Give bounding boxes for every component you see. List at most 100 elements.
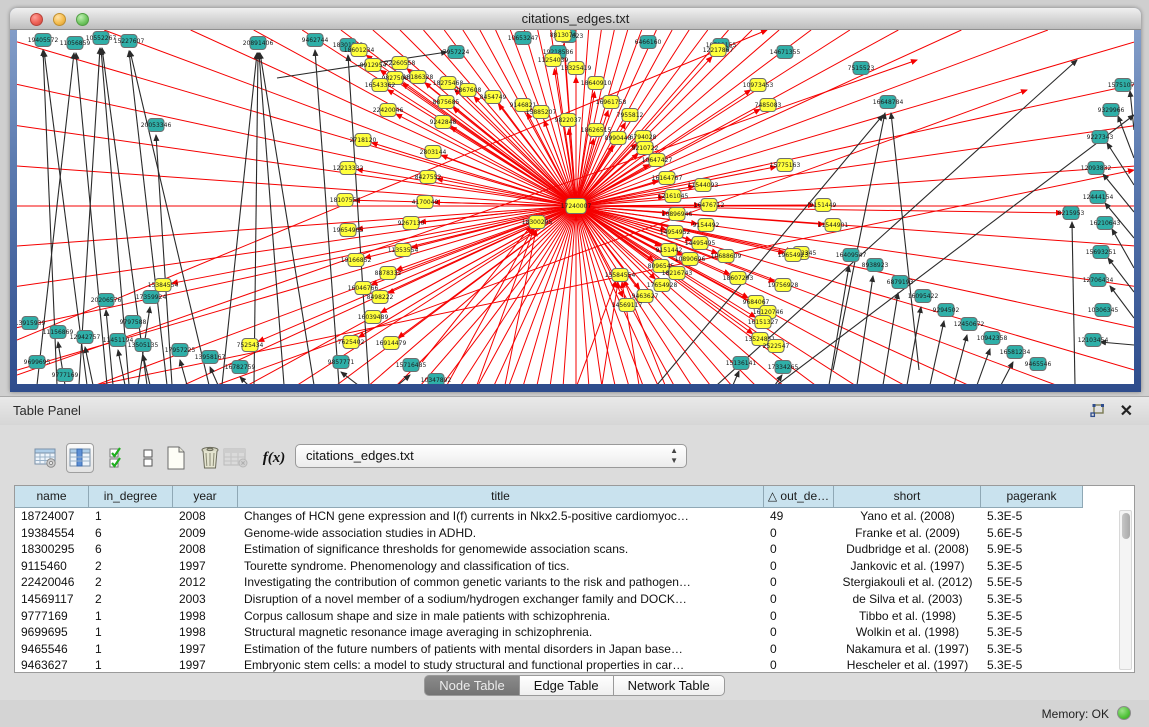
graph-node[interactable]: 17359924 bbox=[136, 291, 167, 304]
graph-node[interactable]: 19166852 bbox=[341, 254, 372, 267]
svg-text:4170049: 4170049 bbox=[412, 199, 439, 206]
graph-node[interactable]: 19405572 bbox=[28, 34, 59, 47]
column-header-out_de[interactable]: △ out_de… bbox=[764, 486, 834, 508]
show-columns-icon[interactable] bbox=[66, 443, 94, 473]
graph-node[interactable]: 10653247 bbox=[508, 32, 539, 45]
graph-node[interactable]: 9465546 bbox=[1025, 358, 1052, 371]
graph-node[interactable]: 22420046 bbox=[373, 104, 404, 117]
network-graph[interactable]: 1940557211056859105522671522760720891406… bbox=[17, 30, 1134, 384]
graph-node[interactable]: 7625402 bbox=[338, 336, 365, 349]
graph-node[interactable]: 14495495 bbox=[685, 237, 716, 250]
graph-node[interactable]: 16648784 bbox=[873, 96, 904, 109]
column-header-name[interactable]: name bbox=[15, 486, 89, 508]
graph-node[interactable]: 14954952 bbox=[660, 226, 691, 239]
graph-node[interactable]: 17334265 bbox=[768, 361, 799, 374]
close-icon[interactable]: ✕ bbox=[1120, 401, 1133, 421]
float-window-icon[interactable] bbox=[1089, 403, 1105, 419]
table-cell: 1998 bbox=[173, 624, 238, 641]
tab-network-table[interactable]: Network Table bbox=[614, 675, 725, 696]
graph-node[interactable]: 15227607 bbox=[114, 35, 145, 48]
graph-node[interactable]: 9857771 bbox=[328, 356, 355, 369]
graph-node[interactable]: 9777169 bbox=[52, 369, 79, 382]
column-header-year[interactable]: year bbox=[173, 486, 238, 508]
column-header-in_degree[interactable]: in_degree bbox=[89, 486, 173, 508]
tab-node-table[interactable]: Node Table bbox=[424, 675, 520, 696]
graph-node[interactable]: 16782759 bbox=[225, 361, 256, 374]
graph-node[interactable]: 8938923 bbox=[862, 259, 889, 272]
graph-node[interactable]: 10552267 bbox=[86, 32, 117, 45]
table-row[interactable]: 977716911998Corpus callosum shape and si… bbox=[15, 608, 1134, 625]
graph-node[interactable]: 12444154 bbox=[1083, 191, 1114, 204]
tab-edge-table[interactable]: Edge Table bbox=[520, 675, 614, 696]
memory-status-icon[interactable] bbox=[1117, 706, 1131, 720]
graph-node[interactable]: 4170049 bbox=[412, 196, 439, 209]
graph-node[interactable]: 10688609 bbox=[711, 250, 742, 263]
graph-node[interactable]: 13958167 bbox=[195, 351, 226, 364]
table-row[interactable]: 969969511998Structural magnetic resonanc… bbox=[15, 624, 1134, 641]
graph-node[interactable]: 15775163 bbox=[770, 159, 801, 172]
graph-node[interactable]: 9463627 bbox=[632, 290, 659, 303]
graph-node[interactable]: 9154492 bbox=[693, 219, 720, 232]
graph-node[interactable]: 9210722 bbox=[632, 142, 659, 155]
graph-node[interactable]: 10347892 bbox=[421, 374, 452, 385]
graph-node[interactable]: 12093832 bbox=[1081, 162, 1112, 175]
graph-node[interactable]: 11544901 bbox=[818, 219, 849, 232]
table-row[interactable]: 1872400712008Changes of HCN gene express… bbox=[15, 508, 1134, 525]
table-row[interactable]: 1830029562008Estimation of significance … bbox=[15, 541, 1134, 558]
graph-node[interactable]: 16095422 bbox=[908, 290, 939, 303]
graph-node[interactable]: 16210643 bbox=[1090, 217, 1121, 230]
table-panel-header: Table Panel ✕ bbox=[0, 397, 1149, 425]
graph-node[interactable]: 12103454 bbox=[1078, 334, 1109, 347]
graph-node[interactable]: 8875685 bbox=[433, 96, 460, 109]
graph-node[interactable]: 9329966 bbox=[1098, 104, 1125, 117]
svg-text:8813074: 8813074 bbox=[550, 32, 577, 39]
svg-text:2867608: 2867608 bbox=[455, 87, 482, 94]
graph-node[interactable]: 7955812 bbox=[617, 109, 644, 122]
scrollbar-thumb[interactable] bbox=[1122, 513, 1130, 539]
graph-node[interactable]: 16581234 bbox=[1000, 346, 1031, 359]
table-row[interactable]: 911546021997Tourette syndrome. Phenomeno… bbox=[15, 558, 1134, 575]
graph-node[interactable]: 10306345 bbox=[1088, 304, 1119, 317]
table-row[interactable]: 946554611997Estimation of the future num… bbox=[15, 641, 1134, 658]
graph-node[interactable]: 15384554 bbox=[148, 279, 179, 292]
graph-node[interactable]: 16914479 bbox=[376, 337, 407, 350]
graph-node[interactable]: 9294502 bbox=[933, 304, 960, 317]
column-header-pagerank[interactable]: pagerank bbox=[981, 486, 1083, 508]
graph-node[interactable]: 12450672 bbox=[954, 318, 985, 331]
row-height-icon[interactable] bbox=[134, 443, 162, 473]
select-rows-icon[interactable] bbox=[104, 443, 132, 473]
table-row[interactable]: 946362711997Embryonic stem cells: a mode… bbox=[15, 657, 1134, 673]
table-row[interactable]: 1938455462009Genome-wide association stu… bbox=[15, 525, 1134, 542]
graph-node[interactable]: 15693251 bbox=[1086, 246, 1117, 259]
graph-node[interactable]: 12213332 bbox=[333, 162, 364, 175]
graph-node[interactable]: 8878332 bbox=[375, 267, 402, 280]
graph-node[interactable]: 8427552 bbox=[415, 171, 442, 184]
graph-node[interactable]: 20053346 bbox=[141, 119, 172, 132]
new-column-icon[interactable] bbox=[162, 443, 190, 473]
table-row[interactable]: 2242004622012Investigating the contribut… bbox=[15, 574, 1134, 591]
graph-node[interactable]: 13915939 bbox=[17, 317, 45, 330]
table-cell: Estimation of the future numbers of pati… bbox=[238, 641, 764, 658]
delete-column-icon[interactable] bbox=[196, 443, 224, 473]
graph-node[interactable]: 22260558 bbox=[385, 57, 416, 70]
graph-node[interactable]: 8215953 bbox=[1058, 207, 1085, 220]
table-selector[interactable]: citations_edges.txt ▲▼ bbox=[295, 444, 687, 468]
graph-node[interactable]: 14671355 bbox=[770, 46, 801, 59]
graph-node[interactable]: 18107554 bbox=[330, 194, 361, 207]
table-settings-icon[interactable] bbox=[32, 443, 60, 473]
graph-node[interactable]: 20206576 bbox=[91, 294, 122, 307]
graph-node[interactable]: 12706434 bbox=[1083, 274, 1114, 287]
delete-table-icon[interactable] bbox=[222, 443, 250, 473]
vertical-scrollbar[interactable] bbox=[1119, 510, 1132, 670]
table-row[interactable]: 1456911722003Disruption of a novel membe… bbox=[15, 591, 1134, 608]
graph-node[interactable]: 7515523 bbox=[848, 62, 875, 75]
column-header-title[interactable]: title bbox=[238, 486, 764, 508]
network-window-titlebar[interactable]: citations_edges.txt bbox=[10, 8, 1141, 30]
graph-node[interactable]: 16409547 bbox=[836, 249, 867, 262]
graph-node[interactable]: 16039489 bbox=[358, 311, 389, 324]
graph-node[interactable]: 10942358 bbox=[977, 332, 1008, 345]
graph-node[interactable]: 10973453 bbox=[743, 79, 774, 92]
function-builder-icon[interactable]: f(x) bbox=[260, 443, 288, 473]
column-header-short[interactable]: short bbox=[834, 486, 981, 508]
graph-node[interactable]: 12942757 bbox=[70, 331, 101, 344]
